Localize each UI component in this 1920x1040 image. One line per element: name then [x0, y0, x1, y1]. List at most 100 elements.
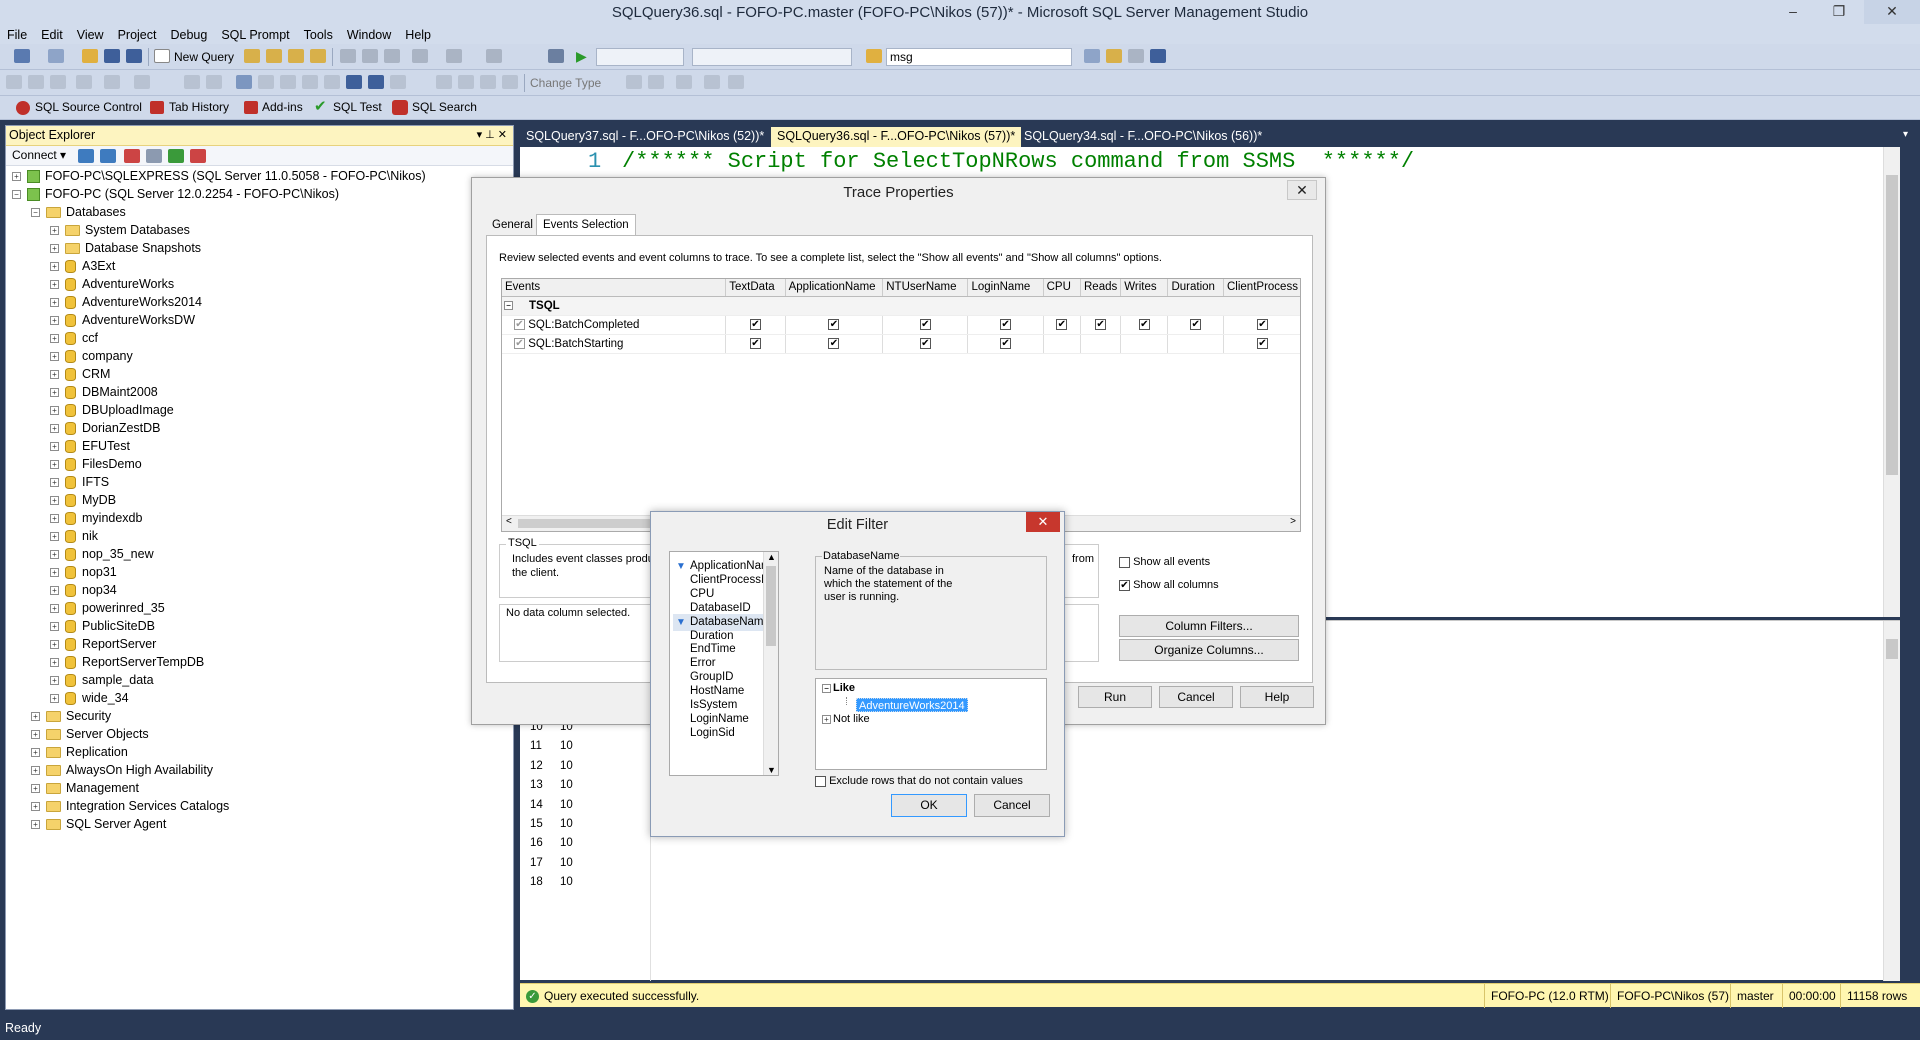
expand-toggle-icon[interactable]: + — [31, 748, 40, 758]
not-like-node[interactable]: + Not like — [822, 713, 870, 725]
column-checkbox[interactable]: ✔ — [1190, 318, 1202, 330]
tree-database[interactable]: + nop34 — [50, 581, 117, 599]
restore-button[interactable]: ❐ — [1822, 0, 1856, 24]
tab-history-button[interactable]: Tab History — [169, 99, 229, 115]
expand-toggle-icon[interactable]: + — [50, 352, 59, 362]
refresh-icon[interactable] — [168, 149, 184, 163]
filter-list-thumb[interactable] — [766, 566, 776, 646]
expand-toggle-icon[interactable]: + — [50, 298, 59, 308]
expand-toggle-icon[interactable]: + — [50, 406, 59, 416]
column-checkbox[interactable]: ✔ — [1000, 318, 1012, 330]
result-row[interactable]: 14 10 — [520, 796, 650, 815]
tree-database[interactable]: + nop_35_new — [50, 545, 154, 563]
filter-list-scrollbar[interactable]: ▲ ▼ — [763, 552, 778, 775]
undo-icon[interactable] — [412, 49, 428, 63]
filter-close-button[interactable]: ✕ — [1026, 512, 1060, 532]
tree-database[interactable]: + wide_34 — [50, 689, 129, 707]
tree-server-fofo-pc[interactable]: − FOFO-PC (SQL Server 12.0.2254 - FOFO-PC… — [12, 185, 339, 203]
grid-column-header[interactable]: CPU — [1043, 279, 1082, 297]
tab-overflow-icon[interactable]: ▾ — [1903, 129, 1908, 140]
scroll-left-icon[interactable]: < — [506, 516, 512, 527]
tab-sqlquery37[interactable]: SQLQuery37.sql - F...OFO-PC\Nikos (52))* — [520, 127, 770, 147]
trace-close-button[interactable]: ✕ — [1287, 180, 1317, 200]
menu-project[interactable]: Project — [111, 26, 164, 44]
xmla-query-icon[interactable] — [310, 49, 326, 63]
results-pane-icon[interactable] — [728, 75, 744, 89]
expand-toggle-icon[interactable]: + — [31, 766, 40, 776]
tree-database[interactable]: + nop31 — [50, 563, 117, 581]
scroll-up-icon[interactable]: ▲ — [767, 552, 776, 562]
solution-platform-combo[interactable] — [692, 48, 852, 66]
results-grid-icon[interactable] — [258, 75, 274, 89]
tree-database[interactable]: + AdventureWorksDW — [50, 311, 195, 329]
menu-tools[interactable]: Tools — [297, 26, 340, 44]
expand-toggle-icon[interactable]: + — [50, 280, 59, 290]
event-category-row[interactable]: − TSQL — [502, 296, 1300, 316]
expand-toggle-icon[interactable]: + — [50, 532, 59, 542]
tree-server-node[interactable]: + SQL Server Agent — [31, 815, 166, 833]
filter-column-item[interactable]: LoginSid — [690, 725, 735, 742]
row-value[interactable]: 10 — [560, 776, 573, 795]
grid-column-header[interactable]: Duration — [1167, 279, 1224, 297]
menu-edit[interactable]: Edit — [34, 26, 70, 44]
new-project-icon[interactable] — [14, 49, 30, 63]
tree-server-sqlexpress[interactable]: + FOFO-PC\SQLEXPRESS (SQL Server 11.0.505… — [12, 167, 426, 185]
expand-toggle-icon[interactable]: + — [50, 226, 59, 236]
criteria-pane-icon[interactable] — [704, 75, 720, 89]
column-checkbox[interactable]: ✔ — [749, 318, 761, 330]
save-icon[interactable] — [104, 49, 120, 63]
grid-column-header[interactable]: LoginName — [967, 279, 1044, 297]
tree-database[interactable]: + FilesDemo — [50, 455, 142, 473]
minimize-button[interactable]: – — [1776, 0, 1810, 24]
expand-toggle-icon[interactable]: + — [50, 244, 59, 254]
sql-source-control-button[interactable]: SQL Source Control — [35, 99, 142, 115]
stop-icon[interactable] — [124, 149, 140, 163]
tree-database[interactable]: + A3Ext — [50, 257, 115, 275]
tree-server-node[interactable]: + Security — [31, 707, 111, 725]
sql-pane-icon[interactable] — [648, 75, 664, 89]
debug-target-icon[interactable] — [548, 49, 564, 63]
new-query-icon[interactable] — [154, 49, 170, 63]
menu-view[interactable]: View — [70, 26, 111, 44]
indent-icon[interactable] — [104, 75, 120, 89]
result-row[interactable]: 16 10 — [520, 834, 650, 853]
expand-toggle-icon[interactable]: + — [50, 334, 59, 344]
navigate-icon[interactable] — [486, 49, 502, 63]
column-checkbox[interactable]: ✔ — [828, 318, 840, 330]
organize-columns-button[interactable]: Organize Columns... — [1119, 639, 1299, 661]
tree-server-node[interactable]: + Server Objects — [31, 725, 149, 743]
connect-dropdown[interactable]: Connect ▾ — [12, 148, 66, 162]
help-button[interactable]: Help — [1240, 686, 1314, 708]
expand-toggle-icon[interactable]: + — [50, 478, 59, 488]
result-row[interactable]: 13 10 — [520, 776, 650, 795]
filter-cancel-button[interactable]: Cancel — [974, 794, 1050, 817]
tree-database[interactable]: + DBMaint2008 — [50, 383, 158, 401]
expand-toggle-icon[interactable]: + — [50, 550, 59, 560]
table-designer-icon[interactable] — [436, 75, 452, 89]
copy-icon[interactable] — [362, 49, 378, 63]
tree-database[interactable]: + MyDB — [50, 491, 116, 509]
tree-server-node[interactable]: + Integration Services Catalogs — [31, 797, 229, 815]
grid-column-header[interactable]: Writes — [1120, 279, 1169, 297]
font-icon[interactable] — [76, 75, 92, 89]
sql-test-button[interactable]: SQL Test — [333, 99, 382, 115]
tree-folder[interactable]: + Database Snapshots — [50, 239, 201, 257]
query-options-icon[interactable] — [346, 75, 362, 89]
tree-database[interactable]: + sample_data — [50, 671, 154, 689]
expand-toggle-icon[interactable]: + — [50, 586, 59, 596]
expand-toggle-icon[interactable]: + — [50, 640, 59, 650]
show-all-columns-checkbox[interactable]: ✔ — [1119, 579, 1130, 591]
diagram-pane-icon[interactable] — [676, 75, 692, 89]
event-row[interactable]: ✔ SQL:BatchStarting ✔ ✔ ✔ ✔ ✔ — [502, 334, 1300, 354]
tab-general[interactable]: General — [486, 215, 539, 235]
column-checkbox[interactable]: ✔ — [1095, 318, 1107, 330]
menu-sql-prompt[interactable]: SQL Prompt — [214, 26, 296, 44]
tree-database[interactable]: + AdventureWorks2014 — [50, 293, 202, 311]
tree-databases[interactable]: − Databases — [31, 203, 126, 221]
relationships-icon[interactable] — [458, 75, 474, 89]
row-value[interactable]: 10 — [560, 815, 573, 834]
tab-sqlquery36[interactable]: SQLQuery36.sql - F...OFO-PC\Nikos (57))* — [771, 127, 1022, 147]
indexes-icon[interactable] — [480, 75, 496, 89]
db-engine-query-icon[interactable] — [244, 49, 260, 63]
change-connection-icon[interactable] — [50, 75, 66, 89]
